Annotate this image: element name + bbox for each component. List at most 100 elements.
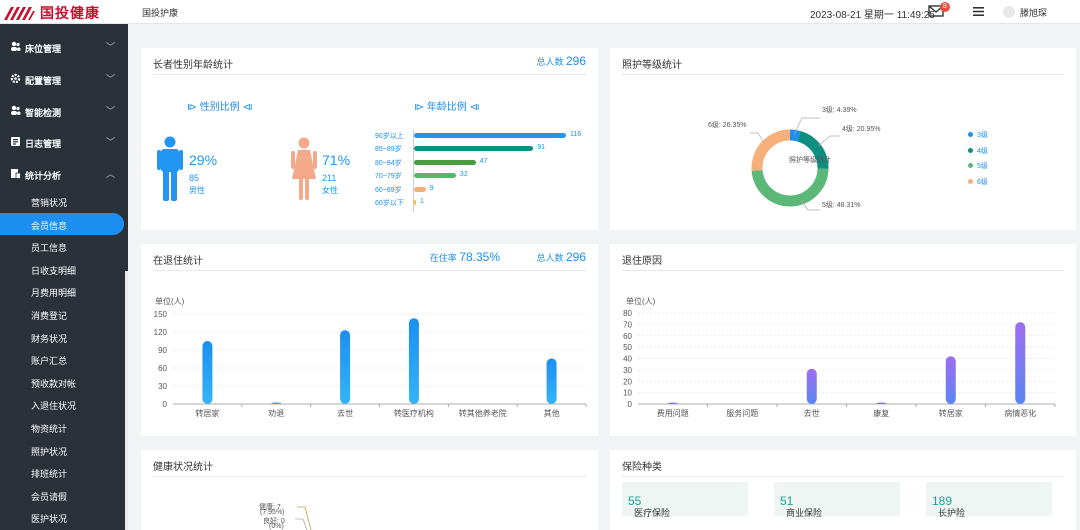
bar [1015,322,1026,404]
sidebar-scrollbar[interactable] [125,271,128,530]
bar [340,330,351,404]
bar [667,402,678,404]
sidebar-group-label: 日志管理 [25,139,62,149]
x-tick-label: 服务问题 [726,408,758,418]
legend-item[interactable]: 4级 [968,146,988,156]
y-tick-label: 10 [623,389,632,398]
log-icon [11,137,20,146]
sidebar-item[interactable]: 营销状况 [0,190,124,212]
username[interactable]: 滕旭琛 [1020,6,1047,19]
logo-text: 国投健康 [40,5,100,21]
triangle-left-icon: ⧏ [469,102,480,113]
triangle-left-icon: ⧏ [242,102,253,113]
age-label: 60~69岁 [375,186,402,194]
bar [408,318,419,404]
chevron-down-icon: ﹀ [106,74,116,84]
chevron-down-icon: ﹀ [106,106,116,116]
x-tick-label: 转其他养老院 [459,408,507,418]
sidebar-item-label: 入退住状况 [31,401,77,412]
x-tick-label: 转医疗机构 [394,408,434,418]
panel-title: 在退住统计 [153,256,203,267]
x-tick-label: 劝退 [268,408,284,418]
age-bar [414,159,476,165]
gender-ratio-header: ⧐ 性别比例 ⧏ [187,98,253,113]
age-bar [414,133,566,138]
total-value: 296 [565,250,586,264]
sidebar-group-label: 床位管理 [25,44,62,54]
sidebar-item[interactable]: 排班统计 [0,461,124,483]
y-tick-label: 30 [623,366,632,375]
rate-label: 在住率 [429,253,457,263]
y-tick-label: 60 [623,332,632,341]
sidebar-item[interactable]: 照护状况 [0,439,124,461]
y-tick-label: 80 [623,309,632,318]
male-count: 85 [189,173,200,183]
sidebar-item[interactable]: 账户汇总 [0,348,124,370]
y-tick-label: 60 [158,364,167,373]
bar [945,356,956,404]
triangle-right-icon: ⧐ [414,102,424,113]
sidebar-item[interactable]: 消费登记 [0,303,124,325]
sidebar-item[interactable]: 预收款对帐 [0,371,124,393]
male-percent: 29% [189,152,218,168]
total-label: 总人数 [536,253,564,263]
sidebar-item-label: 账户汇总 [31,356,68,367]
chart-icon [11,169,21,179]
divider [153,74,586,75]
leader-line [750,132,765,144]
sidebar-item[interactable]: 财务状况 [0,326,124,348]
legend-item[interactable]: 3级 [968,130,988,140]
sidebar-item-label: 营销状况 [31,198,68,208]
insurance-ltc: 长护险 189 [926,482,1052,518]
leave-reason-bar-chart: 0 10 20 30 40 50 60 70 80 费用问题 服务问题 去世 康复 转居家 病情恶化 [623,309,1056,418]
y-tick-label: 70 [623,320,632,329]
donut-center-label: 照护等级统计 [789,157,831,164]
bar [202,341,213,404]
sidebar-group-stats[interactable]: 统计分析 ︿ [0,163,128,185]
top-bar: 国投健康 国投护康 2023-08-21 星期一 11:49:25 8 滕旭琛 [0,0,1080,24]
sidebar-item[interactable]: 日收支明细 [0,258,124,280]
age-value: 1 [420,198,424,205]
insurance-label: 商业保险 [786,508,823,518]
divider [153,476,586,477]
sidebar-item[interactable]: 医护状况 [0,506,124,528]
age-value: 9 [429,184,434,192]
x-tick-label: 康复 [873,408,889,418]
age-value: 47 [479,157,488,165]
sidebar-item-label: 月费用明细 [31,288,77,299]
sidebar-item[interactable]: 会员请假 [0,484,124,506]
sidebar-item[interactable]: 员工信息 [0,235,124,257]
logo[interactable]: 国投健康 [0,0,128,24]
sidebar-item[interactable]: 物资统计 [0,416,124,438]
sidebar-item-label: 物资统计 [31,424,68,434]
age-value: 32 [459,171,468,179]
menu-icon[interactable] [973,7,984,16]
panel-title: 退住原因 [622,256,662,267]
sidebar-item-label: 照护状况 [31,446,68,457]
sidebar-item[interactable]: 月费用明细 [0,280,124,302]
legend-item[interactable]: 6级 [968,177,988,187]
legend-item[interactable]: 5级 [968,161,988,171]
page-title: 国投护康 [142,8,179,18]
donut-slice-label: 3级: 4.39% [822,107,857,114]
age-ratio-label: 年龄比例 [426,102,467,113]
age-bar [414,200,416,205]
gear-icon [10,73,21,84]
age-label: 80~84岁 [375,159,402,167]
leave-reason-panel: 退住原因 单位(人) 0 10 20 30 40 50 60 70 80 费用问题 服务问题 去世 康复… [610,244,1076,436]
sidebar-group-log[interactable]: 日志管理 ﹀ [0,131,128,153]
bar [876,402,887,404]
sidebar-item[interactable]: 会员信息 [0,212,124,235]
y-tick-label: 30 [158,382,167,391]
legend-dot [968,147,973,153]
sidebar-item[interactable]: 入退住状况 [0,393,124,415]
y-tick-label: 20 [623,377,632,386]
sidebar-group-config[interactable]: 配置管理 ﹀ [0,68,128,90]
sidebar-group-detect[interactable]: 智能检测 ﹀ [0,100,128,122]
age-ratio-header: ⧐ 年龄比例 ⧏ [414,98,480,113]
panel-title: 健康状况统计 [153,462,213,473]
avatar[interactable] [1003,6,1015,18]
sidebar-group-bed[interactable]: 床位管理 ﹀ [0,36,128,58]
age-bar [414,146,534,152]
total-label: 总人数 [536,57,564,67]
